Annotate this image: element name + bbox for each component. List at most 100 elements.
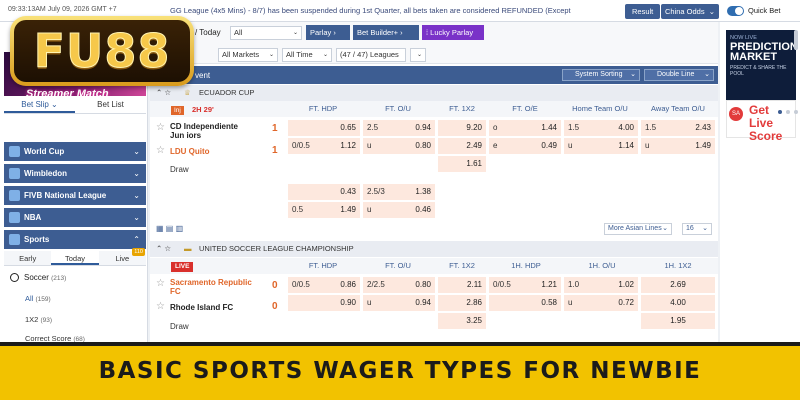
sa-badge: SA: [729, 107, 743, 121]
odds-cell[interactable]: 2.49: [438, 138, 486, 154]
sidebar-item-soccer[interactable]: Soccer (213): [4, 270, 146, 285]
live-count-badge: 110: [132, 248, 145, 256]
announcement-ticker[interactable]: GG League (4x5 Mins) - 8/7) has been sus…: [170, 6, 618, 15]
article-title-banner: BASIC SPORTS WAGER TYPES FOR NEWBIE: [0, 342, 800, 400]
draw-label: Draw: [170, 165, 189, 174]
leagues-select[interactable]: (47 / 47) Leagues: [336, 48, 406, 62]
odds-cell[interactable]: 1.61: [438, 156, 486, 172]
quick-bet-toggle[interactable]: [727, 6, 744, 16]
parlay-button[interactable]: Parlay ›: [306, 25, 350, 40]
event-label: vent: [195, 71, 211, 80]
banner-title: PREDICTION MARKET: [730, 41, 798, 63]
prediction-market-banner[interactable]: NOW LIVE PREDICTION MARKET PREDICT & SHA…: [726, 30, 798, 102]
tab-today[interactable]: Today: [51, 251, 99, 265]
result-button[interactable]: Result: [625, 4, 661, 19]
odds-cell[interactable]: 9.20: [438, 120, 486, 136]
world-cup-icon: [9, 146, 20, 157]
league-name: ECUADOR CUP: [199, 88, 255, 97]
tab-live[interactable]: Live 110: [99, 248, 146, 265]
league-header-ecuador-cup[interactable]: ⌃ ☆ ♕ ECUADOR CUP: [150, 85, 718, 101]
injury-time-badge: Inj: [171, 106, 184, 115]
odds-cell[interactable]: 2/2.5 0.80: [363, 277, 435, 293]
volleyball-icon: [9, 190, 20, 201]
odds-cell[interactable]: u 0.94: [363, 295, 435, 311]
chevron-down-icon: ⌄: [133, 169, 140, 178]
sidebar-sub-1x2[interactable]: 1X2 (93): [4, 313, 146, 327]
chevron-down-icon: ⌄: [133, 191, 140, 200]
favorite-star-icon[interactable]: ☆: [156, 278, 165, 289]
away-score: 1: [272, 145, 278, 156]
sidebar-item-wimbledon[interactable]: Wimbledon ⌄: [4, 164, 146, 183]
match-status: Inj 2H 29': [150, 102, 288, 118]
sidebar-item-label: Sports: [24, 235, 50, 244]
odds-cell[interactable]: 1.0 1.02: [564, 277, 638, 293]
favorite-star-icon[interactable]: ☆: [156, 122, 165, 133]
odds-cell[interactable]: 3.25: [438, 313, 486, 329]
odds-cell[interactable]: 0.58: [489, 295, 561, 311]
scrollbar[interactable]: [794, 30, 798, 50]
odds-cell[interactable]: e 0.49: [489, 138, 561, 154]
odds-cell[interactable]: 0.5 1.49: [288, 202, 360, 218]
odds-cell[interactable]: o 1.44: [489, 120, 561, 136]
line-display-select[interactable]: Double Line ⌄: [644, 69, 714, 81]
odds-cell[interactable]: 0.43: [288, 184, 360, 200]
carousel-dots[interactable]: [778, 110, 798, 114]
odds-cell[interactable]: 2.11: [438, 277, 486, 293]
favorite-star-icon[interactable]: ☆: [156, 145, 165, 156]
markets-select[interactable]: All Markets ⌄: [218, 48, 278, 62]
odds-cell[interactable]: u 0.46: [363, 202, 435, 218]
favorite-star-icon[interactable]: ☆: [156, 301, 165, 312]
sidebar-item-label: FIVB National League: [24, 191, 107, 200]
odds-cell[interactable]: 0/0.5 1.21: [489, 277, 561, 293]
sports-icon: [9, 234, 20, 245]
match-clock: 2H 29': [192, 105, 214, 114]
chevron-up-icon: ⌃: [133, 235, 140, 244]
sidebar-item-sports[interactable]: Sports ⌃: [4, 230, 146, 249]
odds-cell[interactable]: 1.5 4.00: [564, 120, 638, 136]
odds-cell[interactable]: 2.5/3 1.38: [363, 184, 435, 200]
banner-subtitle: PREDICT & SHARE THE POOL: [730, 65, 787, 77]
competition-select[interactable]: All ⌄: [230, 26, 302, 40]
lines-count-select[interactable]: 16 ⌄: [682, 223, 712, 235]
tab-bet-list[interactable]: Bet List: [75, 96, 146, 113]
more-asian-lines-select[interactable]: More Asian Lines ⌄: [604, 223, 672, 235]
collapse-icon[interactable]: ⌃ ☆: [156, 85, 171, 101]
odds-cell[interactable]: u 0.80: [363, 138, 435, 154]
odds-cell[interactable]: 1.5 2.43: [641, 120, 715, 136]
leagues-dropdown[interactable]: ⌄: [410, 48, 426, 62]
odds-cell[interactable]: 2.5 0.94: [363, 120, 435, 136]
collapse-icon[interactable]: ⌃ ☆: [156, 241, 171, 257]
odds-cell[interactable]: 0.65: [288, 120, 360, 136]
sidebar-item-world-cup[interactable]: World Cup ⌄: [4, 142, 146, 161]
sidebar-item-fivb[interactable]: FIVB National League ⌄: [4, 186, 146, 205]
sidebar-sub-all[interactable]: All (159): [4, 292, 146, 306]
odds-format-select[interactable]: China Odds ⌄: [661, 4, 719, 19]
lucky-parlay-button[interactable]: ⁞ Lucky Parlay: [422, 25, 484, 40]
draw-label: Draw: [170, 322, 189, 331]
bet-builder-button[interactable]: Bet Builder+ ›: [353, 25, 419, 40]
odds-cell[interactable]: 1.95: [641, 313, 715, 329]
odds-cell[interactable]: u 0.72: [564, 295, 638, 311]
live-score-banner[interactable]: SA Get Live Score: [726, 100, 796, 143]
soccer-ball-icon: [10, 273, 19, 282]
stats-icons[interactable]: ▦ ▤ ▥: [156, 224, 183, 233]
odds-cell[interactable]: 4.00: [641, 295, 715, 311]
league-header-usl-championship[interactable]: ⌃ ☆ ▬ UNITED SOCCER LEAGUE CHAMPIONSHIP: [150, 241, 718, 257]
trophy-icon: ♕: [184, 88, 191, 97]
odds-cell[interactable]: 0.90: [288, 295, 360, 311]
sorting-select[interactable]: System Sorting ⌄: [562, 69, 640, 81]
fu88-logo[interactable]: FU88: [10, 16, 194, 86]
tab-early[interactable]: Early: [4, 251, 51, 265]
banner-title: BASIC SPORTS WAGER TYPES FOR NEWBIE: [98, 358, 702, 384]
odds-cell[interactable]: u 1.14: [564, 138, 638, 154]
odds-cell[interactable]: 0/0.5 0.86: [288, 277, 360, 293]
odds-cell[interactable]: 2.69: [641, 277, 715, 293]
tab-bet-slip[interactable]: Bet Slip ⌄: [4, 96, 75, 113]
odds-cell[interactable]: u 1.49: [641, 138, 715, 154]
odds-cell[interactable]: 2.86: [438, 295, 486, 311]
odds-cell[interactable]: 0/0.5 1.12: [288, 138, 360, 154]
event-header: vent System Sorting ⌄ Double Line ⌄: [150, 66, 718, 84]
time-select[interactable]: All Time ⌄: [282, 48, 332, 62]
sidebar-item-nba[interactable]: NBA ⌄: [4, 208, 146, 227]
odds-main-panel: / Today All ⌄ Parlay › Bet Builder+ › ⁞ L…: [150, 22, 718, 342]
